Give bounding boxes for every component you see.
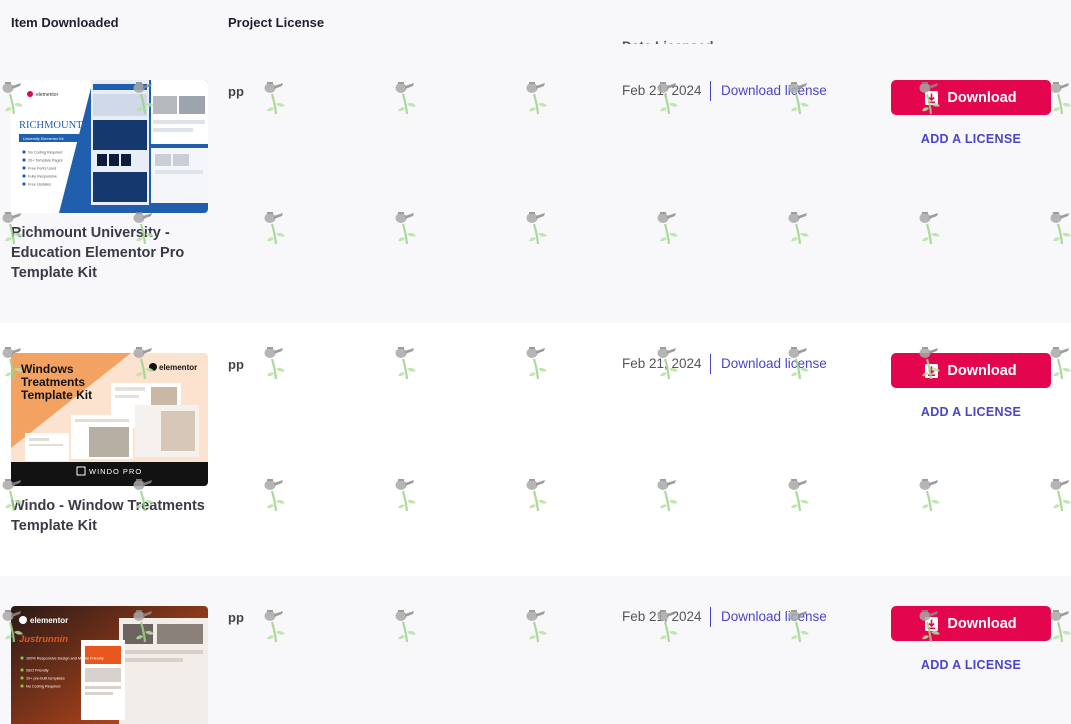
svg-text:Treatments: Treatments: [21, 375, 85, 389]
svg-text:elementor: elementor: [159, 363, 197, 372]
download-button-label: Download: [947, 362, 1017, 379]
column-project-license: Project License: [228, 15, 325, 30]
svg-text:WINDO PRO: WINDO PRO: [89, 467, 142, 476]
date-licensed-value: Feb 21, 2024: [622, 356, 702, 371]
svg-text:University Elementor Kit: University Elementor Kit: [23, 137, 64, 141]
svg-text:elementor: elementor: [30, 616, 68, 625]
svg-text:No Coding Required: No Coding Required: [26, 685, 60, 689]
svg-text:Free Fonts Used: Free Fonts Used: [28, 167, 56, 171]
project-license-value: pp: [228, 357, 244, 372]
svg-text:20+ Template Pages: 20+ Template Pages: [28, 159, 63, 163]
add-license-link[interactable]: ADD A LICENSE: [891, 132, 1051, 146]
download-button-label: Download: [947, 89, 1017, 106]
item-thumbnail[interactable]: elementor Windows Treatments Template Ki…: [11, 353, 208, 486]
svg-text:Justrunnin: Justrunnin: [19, 634, 68, 645]
project-license-value: pp: [228, 610, 244, 625]
svg-text:elementor: elementor: [36, 92, 59, 98]
svg-text:No Coding Required: No Coding Required: [28, 151, 62, 155]
svg-text:SEO Friendly: SEO Friendly: [26, 669, 49, 673]
add-license-link[interactable]: ADD A LICENSE: [891, 658, 1051, 672]
svg-text:10+ pre-built templates: 10+ pre-built templates: [26, 677, 65, 681]
svg-text:Free Updates: Free Updates: [28, 183, 51, 187]
column-item-downloaded: Item Downloaded: [11, 15, 119, 30]
table-row: elementor Justrunnin 100% Responsive Des…: [0, 576, 1071, 724]
item-thumbnail[interactable]: elementor RICHMOUNT University Elementor…: [11, 80, 208, 213]
svg-text:100% Responsive Design and Mob: 100% Responsive Design and Mobile Friend…: [26, 657, 104, 661]
svg-text:RICHMOUNT: RICHMOUNT: [19, 120, 83, 131]
svg-text:Fully Responsive: Fully Responsive: [28, 175, 57, 179]
divider: [710, 354, 711, 374]
date-licensed-value: Feb 21, 2024: [622, 83, 702, 98]
table-row: elementor RICHMOUNT University Elementor…: [0, 44, 1071, 323]
table-header: Item Downloaded Project License Date Lic…: [0, 0, 1071, 54]
item-title[interactable]: Windo - Window Treatments Template Kit: [11, 496, 211, 536]
download-button[interactable]: Download: [891, 353, 1051, 388]
download-button[interactable]: Download: [891, 606, 1051, 641]
divider: [710, 81, 711, 101]
download-license-link[interactable]: Download license: [721, 83, 827, 98]
item-thumbnail[interactable]: elementor Justrunnin 100% Responsive Des…: [11, 606, 208, 724]
download-button-label: Download: [947, 615, 1017, 632]
item-title[interactable]: Richmount University - Education Element…: [11, 223, 211, 283]
svg-text:Template Kit: Template Kit: [21, 388, 92, 402]
project-license-value: pp: [228, 84, 244, 99]
table-row: elementor Windows Treatments Template Ki…: [0, 323, 1071, 576]
download-license-link[interactable]: Download license: [721, 609, 827, 624]
add-license-link[interactable]: ADD A LICENSE: [891, 405, 1051, 419]
date-licensed-value: Feb 21, 2024: [622, 609, 702, 624]
purchases-page: Item Downloaded Project License Date Lic…: [0, 0, 1071, 724]
download-button[interactable]: Download: [891, 80, 1051, 115]
download-icon: [925, 90, 939, 105]
svg-text:Windows: Windows: [21, 362, 74, 376]
download-license-link[interactable]: Download license: [721, 356, 827, 371]
divider: [710, 607, 711, 627]
download-icon: [925, 363, 939, 378]
download-icon: [925, 616, 939, 631]
